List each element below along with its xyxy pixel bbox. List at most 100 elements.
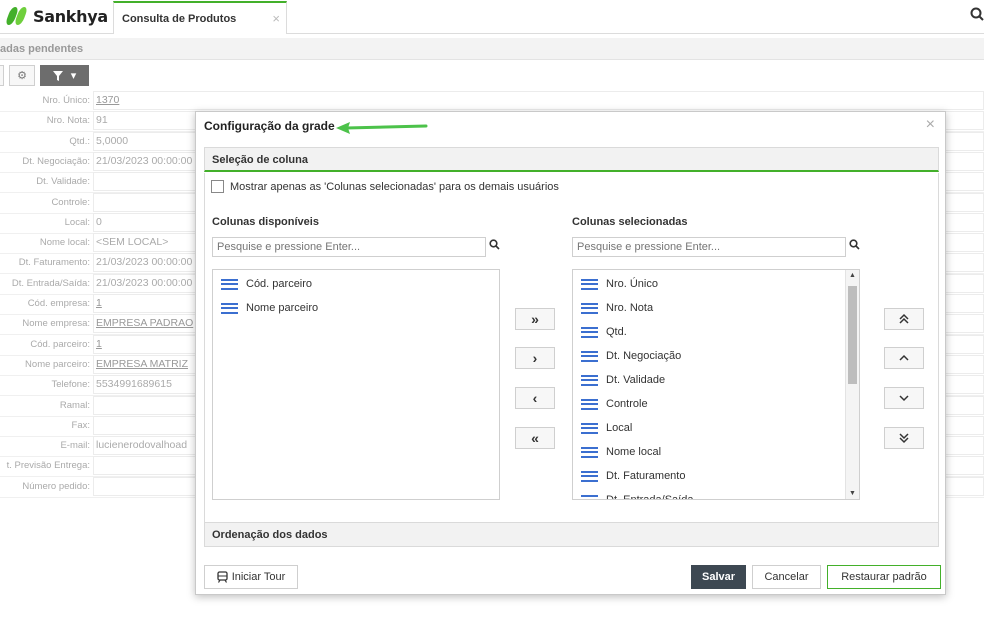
list-item[interactable]: Controle [573,392,859,416]
move-right-button[interactable]: › [515,347,555,369]
save-button[interactable]: Salvar [691,565,746,589]
chevron-down-icon: ▾ [70,70,77,82]
list-icon [581,494,598,500]
available-columns-title: Colunas disponíveis [212,216,319,228]
search-icon[interactable] [970,7,984,25]
list-icon [581,398,598,410]
section-column-selection[interactable]: Seleção de coluna [204,147,939,172]
form-label: Local: [64,216,90,228]
selected-search-input[interactable] [572,237,846,257]
form-value: <SEM LOCAL> [96,236,169,249]
brand-name: Sankhya [33,6,108,26]
form-field[interactable] [93,91,984,110]
form-label: Telefone: [51,379,90,391]
form-label: Nro. Nota: [46,115,90,127]
brand-logo[interactable]: Sankhya [4,6,108,26]
list-item[interactable]: Nome parceiro [213,296,499,320]
gear-button[interactable]: ⚙ [9,65,35,86]
sankhya-logo-icon [4,6,29,26]
list-item-label: Cód. parceiro [246,278,313,290]
scroll-thumb[interactable] [848,286,857,384]
search-icon[interactable] [489,239,500,253]
top-bar: Sankhya Consulta de Produtos × [0,0,984,34]
list-item[interactable]: Dt. Entrada/Saída [573,488,859,500]
move-all-left-button[interactable]: « [515,427,555,449]
pending-bar: adas pendentes [0,38,984,60]
close-icon[interactable]: × [926,116,935,134]
available-columns-list[interactable]: Cód. parceiro Nome parceiro [212,269,500,500]
list-item[interactable]: Nome local [573,440,859,464]
move-top-button[interactable] [884,308,924,330]
section-title: Seleção de coluna [212,154,308,166]
form-value: 0 [96,215,102,228]
list-item[interactable]: Nro. Nota [573,296,859,320]
double-chevron-up-icon [899,313,909,324]
list-item[interactable]: Cód. parceiro [213,272,499,296]
list-item[interactable]: Dt. Validade [573,368,859,392]
list-item-label: Dt. Faturamento [606,470,686,482]
list-item-label: Dt. Validade [606,374,666,386]
start-tour-button[interactable]: Iniciar Tour [204,565,298,589]
list-scrollbar[interactable]: ▲ ▼ [845,270,859,499]
form-label: Dt. Validade: [36,176,90,188]
scroll-up-icon[interactable]: ▲ [849,272,856,279]
list-item[interactable]: Dt. Faturamento [573,464,859,488]
move-up-button[interactable] [884,347,924,369]
available-search-input[interactable] [212,237,486,257]
tour-icon [217,571,228,583]
toolbar-button-partial[interactable] [0,65,4,86]
share-columns-checkbox-row[interactable]: Mostrar apenas as 'Colunas selecionadas'… [211,180,559,193]
form-label: Cód. parceiro: [30,338,90,350]
form-label: t. Previsão Entrega: [6,460,90,472]
chevron-down-icon [899,395,909,402]
restore-default-button[interactable]: Restaurar padrão [827,565,941,589]
pending-label: adas pendentes [0,43,84,55]
list-icon [581,326,598,338]
grid-config-dialog: Configuração da grade × Seleção de colun… [195,111,946,595]
list-item-label: Local [606,422,633,434]
filter-button[interactable]: ▾ [40,65,89,86]
form-value[interactable]: 1370 [96,94,119,106]
checkbox-label: Mostrar apenas as 'Colunas selecionadas'… [230,180,559,193]
list-item[interactable]: Qtd. [573,320,859,344]
form-row: Nro. Único: 1370 [0,90,984,112]
list-icon [581,446,598,458]
form-value[interactable]: EMPRESA MATRIZ [96,358,188,370]
search-icon[interactable] [849,239,860,253]
selected-columns-list[interactable]: Nro. Único Nro. Nota Qtd. Dt. Negociação Dt.… [572,269,860,500]
scroll-down-icon[interactable]: ▼ [849,490,856,497]
form-label: Fax: [71,419,90,431]
form-label: E-mail: [60,440,90,452]
section-title: Ordenação dos dados [212,529,328,541]
annotation-arrow-icon [336,122,428,134]
form-value: 21/03/2023 00:00:00 [96,154,193,167]
tab-close-icon[interactable]: × [272,11,280,26]
move-all-right-button[interactable]: » [515,308,555,330]
move-left-button[interactable]: ‹ [515,387,555,409]
move-bottom-button[interactable] [884,427,924,449]
list-item[interactable]: Dt. Negociação [573,344,859,368]
move-down-button[interactable] [884,387,924,409]
tab-consulta-produtos[interactable]: Consulta de Produtos × [113,1,287,34]
list-icon [581,374,598,386]
chevron-up-icon [899,354,909,361]
list-icon [581,422,598,434]
tab-label: Consulta de Produtos [122,13,237,25]
list-item[interactable]: Nro. Único [573,272,859,296]
list-item[interactable]: Local [573,416,859,440]
form-label: Nome parceiro: [25,358,90,370]
form-value: lucienerodovalhoad [96,439,188,452]
gear-icon: ⚙ [17,70,27,82]
list-icon [581,350,598,362]
form-label: Dt. Negociação: [22,155,90,167]
form-value: 21/03/2023 00:00:00 [96,276,193,289]
cancel-button[interactable]: Cancelar [752,565,821,589]
form-value[interactable]: EMPRESA PADRAO [96,317,193,329]
form-value: 21/03/2023 00:00:00 [96,256,193,269]
form-value: 91 [96,114,108,127]
column-selection-body: Mostrar apenas as 'Colunas selecionadas'… [204,173,939,522]
share-columns-checkbox[interactable] [211,180,224,193]
section-data-ordering[interactable]: Ordenação dos dados [204,522,939,547]
form-value[interactable]: 1 [96,338,102,350]
form-value[interactable]: 1 [96,297,102,309]
